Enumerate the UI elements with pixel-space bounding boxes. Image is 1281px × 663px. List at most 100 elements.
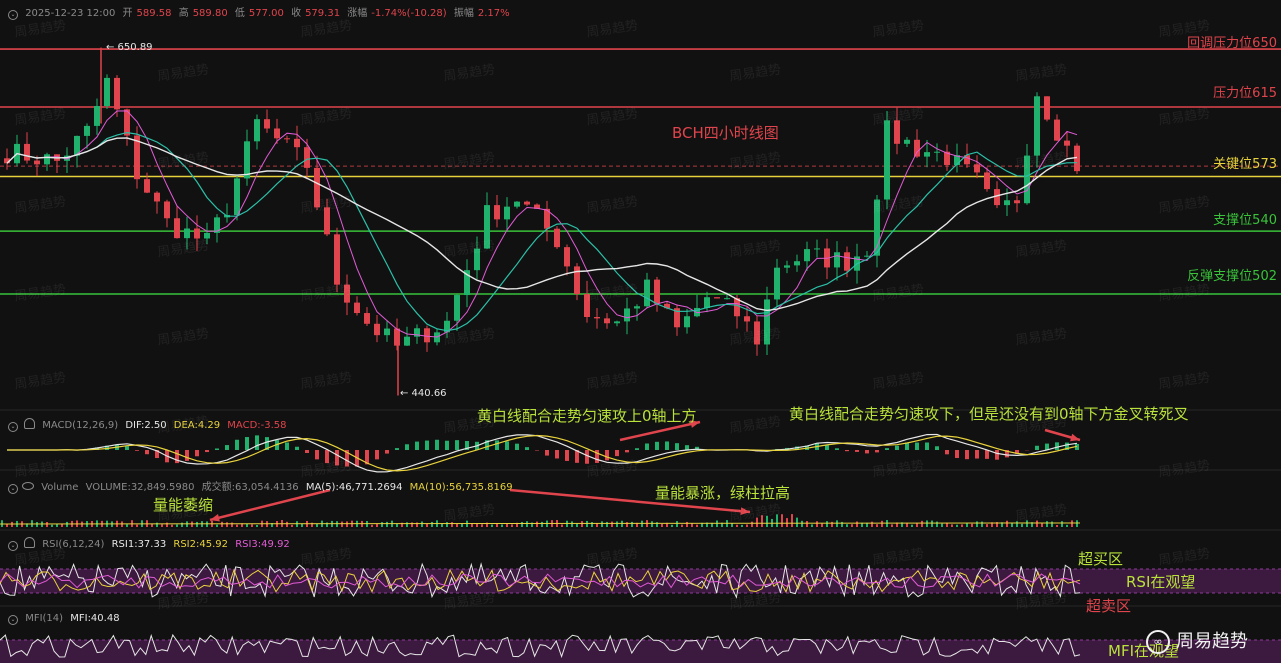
candle-body: [234, 178, 240, 216]
candle-body: [284, 138, 290, 140]
candle-body: [34, 160, 40, 165]
candle-body: [354, 302, 360, 314]
candle-body: [974, 164, 980, 173]
candle-body: [864, 255, 870, 257]
eye-icon[interactable]: [22, 482, 34, 490]
candle-body: [384, 328, 390, 336]
candle-body: [334, 234, 340, 285]
volume-ma5: MA(5):46,771.2694: [305, 482, 403, 493]
macd-header: ⌄ MACD(12,26,9) DIF:2.50 DEA:4.29 MACD:-…: [4, 418, 291, 432]
candle-body: [104, 77, 110, 107]
arrow-macd-right-head: [1070, 433, 1080, 442]
candle-body: [914, 139, 920, 157]
chevron-icon[interactable]: ⌄: [8, 615, 18, 625]
header-close-label: 收: [291, 8, 302, 19]
candle-body: [394, 328, 400, 346]
candle-body: [274, 128, 280, 139]
header-amp: 2.17%: [477, 8, 510, 19]
annotation-rsi-oversold: 超卖区: [1086, 597, 1132, 615]
candle-body: [404, 336, 410, 346]
candle-body: [714, 297, 720, 299]
candle-body: [704, 297, 710, 308]
candle-body: [634, 306, 640, 309]
candle-body: [264, 119, 270, 129]
level-label-650: 回调压力位650: [1187, 36, 1277, 51]
rsi-3: RSI3:49.92: [235, 539, 290, 550]
mfi-name: MFI(14): [25, 613, 64, 624]
candle-body: [374, 323, 380, 336]
candle-body: [524, 201, 530, 205]
macd-name: MACD(12,26,9): [42, 420, 119, 431]
candle-body: [684, 316, 690, 328]
candle-body: [804, 249, 810, 262]
level-label-540: 支撑位540: [1213, 213, 1277, 228]
candle-body: [1034, 96, 1040, 156]
candle-body: [1064, 140, 1070, 146]
volume-ma10: MA(10):56,735.8169: [409, 482, 513, 493]
annotation-macd-right: 黄白线配合走势匀速攻下，但是还没有到0轴下方金叉转死叉: [789, 405, 1189, 423]
rsi-2: RSI2:45.92: [173, 539, 228, 550]
chevron-icon[interactable]: ⌄: [8, 422, 18, 432]
candle-body: [724, 298, 730, 300]
candle-body: [364, 313, 370, 324]
mfi-header: ⌄ MFI(14) MFI:40.48: [4, 613, 124, 625]
candle-body: [744, 316, 750, 322]
candle-body: [614, 321, 620, 324]
candle-body: [624, 308, 630, 322]
candle-body: [1054, 119, 1060, 141]
header-low: 577.00: [248, 8, 284, 19]
candle-body: [24, 143, 30, 161]
ohlc-header: ⌄ 2025-12-23 12:00 开 589.58 高 589.80 低 577.…: [4, 4, 514, 20]
candle-body: [294, 138, 300, 148]
candle-body: [844, 252, 850, 271]
candle-body: [1014, 200, 1020, 204]
chevron-icon[interactable]: ⌄: [8, 484, 18, 494]
candle-body: [834, 252, 840, 268]
candle-body: [554, 228, 560, 248]
bell-icon[interactable]: [24, 418, 35, 429]
brand-logo-icon: ∞: [1146, 630, 1170, 654]
candle-body: [144, 179, 150, 193]
candle-body: [504, 206, 510, 220]
candle-body: [924, 152, 930, 157]
annotation-macd-left: 黄白线配合走势匀速攻上0轴上方: [477, 407, 697, 425]
header-amp-label: 振幅: [453, 8, 474, 19]
candle-body: [904, 139, 910, 144]
mfi-value: MFI:40.48: [70, 613, 120, 624]
annotation-rsi-watch: RSI在观望: [1126, 573, 1196, 591]
level-label-615: 压力位615: [1213, 86, 1277, 101]
header-low-label: 低: [234, 8, 245, 19]
candle-body: [814, 248, 820, 250]
chevron-icon[interactable]: ⌄: [8, 10, 18, 20]
candle-body: [94, 106, 100, 126]
candle-body: [174, 218, 180, 239]
annotation-rsi-overbought: 超买区: [1078, 550, 1124, 568]
candle-body: [304, 147, 310, 168]
brand-text: 周易趋势: [1176, 631, 1248, 652]
candle-body: [984, 172, 990, 190]
volume-turnover: 成交额:63,054.4136: [201, 482, 299, 493]
candle-body: [564, 247, 570, 267]
volume-value: VOLUME:32,849.5980: [85, 482, 195, 493]
candle-body: [604, 318, 610, 324]
candle-body: [494, 205, 500, 220]
candle-body: [424, 328, 430, 343]
candle-body: [244, 141, 250, 179]
header-open: 589.58: [136, 8, 172, 19]
macd-value: MACD:-3.58: [227, 420, 287, 431]
candle-body: [574, 266, 580, 295]
volume-name: Volume: [41, 482, 79, 493]
header-open-label: 开: [122, 8, 133, 19]
candle-body: [254, 119, 260, 142]
chart-title: BCH四小时线图: [672, 124, 779, 142]
header-high: 589.80: [192, 8, 228, 19]
candle-body: [594, 317, 600, 319]
candle-body: [454, 295, 460, 321]
candle-body: [884, 120, 890, 200]
candle-body: [1044, 96, 1050, 120]
candle-body: [1004, 200, 1010, 206]
candle-body: [164, 201, 170, 219]
candle-body: [1074, 145, 1080, 172]
candle-body: [644, 279, 650, 307]
candle-body: [654, 279, 660, 304]
